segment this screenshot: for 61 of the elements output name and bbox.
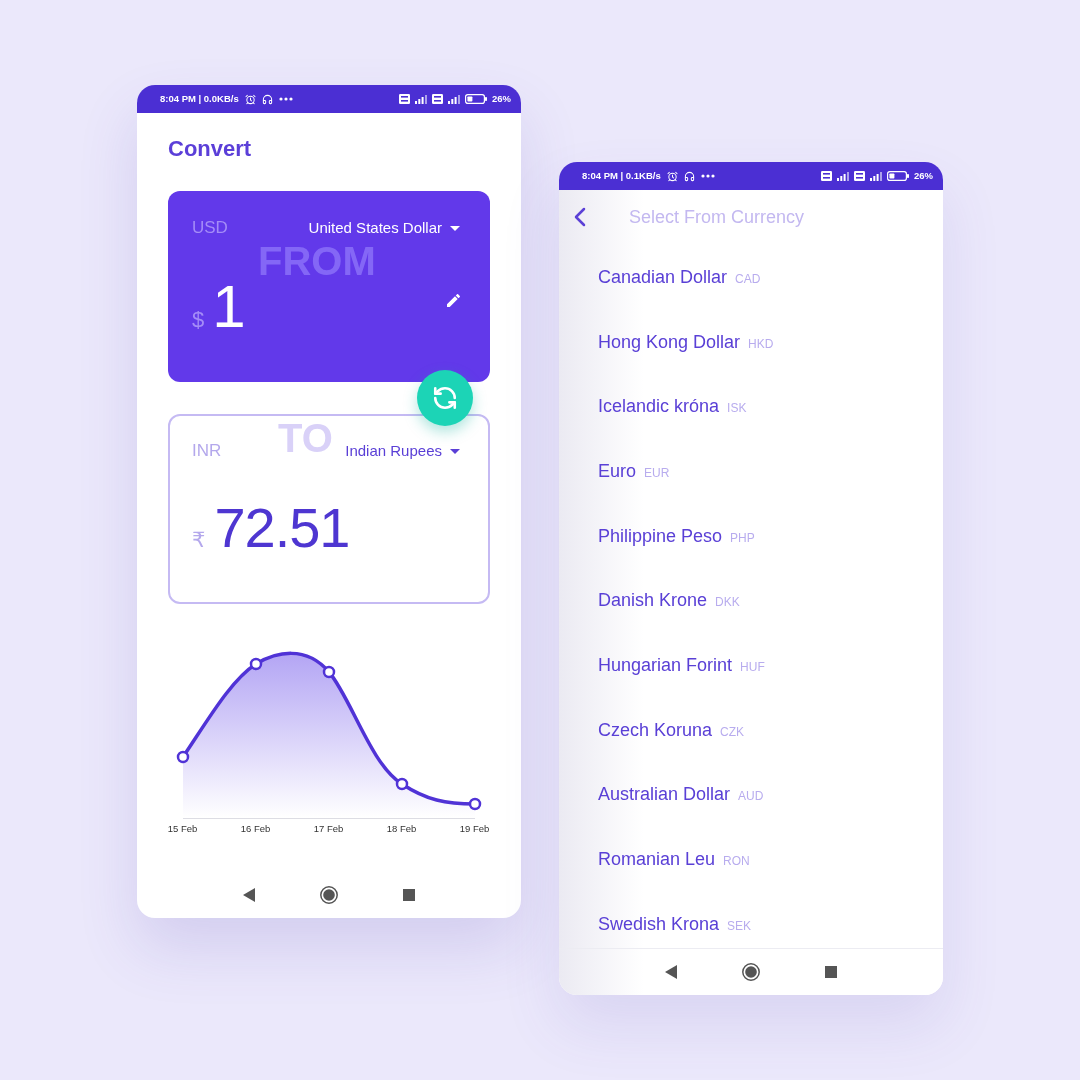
alarm-clock-icon <box>244 93 256 105</box>
currency-option[interactable]: Canadian Dollar CAD <box>598 265 761 288</box>
signal-icon <box>415 94 427 104</box>
currency-dropdown[interactable]: United States Dollar <box>308 218 460 238</box>
network-badge-icon <box>432 94 443 104</box>
signal-icon <box>870 171 882 181</box>
currency-option[interactable]: Hong Kong Dollar HKD <box>598 330 774 353</box>
screen-title: Convert <box>168 135 252 163</box>
currency-option[interactable]: Danish Krone DKK <box>598 589 740 612</box>
currency-option[interactable]: Philippine Peso PHP <box>598 524 755 547</box>
chart-point <box>322 665 336 679</box>
network-badge-icon <box>821 171 832 181</box>
headphones-icon <box>261 93 273 105</box>
circular-arrows-icon <box>432 385 458 411</box>
date-label: 18 Feb <box>386 823 417 835</box>
date-label: 19 Feb <box>459 823 490 835</box>
back-icon[interactable] <box>243 888 255 902</box>
currency-dropdown[interactable]: Indian Rupees <box>345 441 460 461</box>
date-label: 16 Feb <box>240 823 271 835</box>
home-icon[interactable] <box>320 886 338 904</box>
signal-icon <box>837 171 849 181</box>
chart-point <box>468 797 482 811</box>
currency-option[interactable]: Swedish Krona SEK <box>598 912 752 935</box>
caret-icon <box>450 448 460 454</box>
status-text: 8:04 PM | 0.0KB/s <box>160 93 239 105</box>
home-icon[interactable] <box>742 963 760 981</box>
signal-icon <box>448 94 460 104</box>
currency-option[interactable]: Australian Dollar AUD <box>598 783 764 806</box>
date-label: 15 Feb <box>167 823 198 835</box>
chart-point <box>176 750 190 764</box>
currency-symbol: $ <box>192 309 205 331</box>
more-icon <box>278 97 293 101</box>
currency-code: USD <box>192 218 228 238</box>
status-text: 8:04 PM | 0.1KB/s <box>582 170 661 182</box>
more-icon <box>700 174 715 178</box>
caret-icon <box>450 225 460 231</box>
back-button[interactable] <box>574 207 586 227</box>
currency-option[interactable]: Hungarian Forint HUF <box>598 654 765 677</box>
chart-point <box>249 657 263 671</box>
currency-symbol: ₹ <box>192 530 206 551</box>
battery-text: 26% <box>492 93 511 105</box>
date-label: 17 Feb <box>313 823 344 835</box>
network-badge-icon <box>399 94 410 104</box>
battery-text: 26% <box>914 170 933 182</box>
chevron-left-icon <box>574 207 586 227</box>
currency-option[interactable]: Romanian Leu RON <box>598 848 750 871</box>
currency-option[interactable]: Euro EUR <box>598 460 670 482</box>
headphones-icon <box>683 170 695 182</box>
back-icon[interactable] <box>665 965 677 979</box>
amount-value[interactable]: 1 <box>212 277 246 337</box>
network-badge-icon <box>854 171 865 181</box>
chart-point <box>395 777 409 791</box>
screen-title: Select From Currency <box>629 206 805 229</box>
pencil-icon[interactable] <box>447 294 460 307</box>
battery-icon <box>887 171 909 181</box>
currency-option[interactable]: Czech Koruna CZK <box>598 718 745 741</box>
currency-code: INR <box>192 441 222 461</box>
amount-value: 72.51 <box>214 500 350 556</box>
currency-option[interactable]: Icelandic króna ISK <box>598 395 747 418</box>
alarm-clock-icon <box>666 170 678 182</box>
battery-icon <box>465 94 487 104</box>
